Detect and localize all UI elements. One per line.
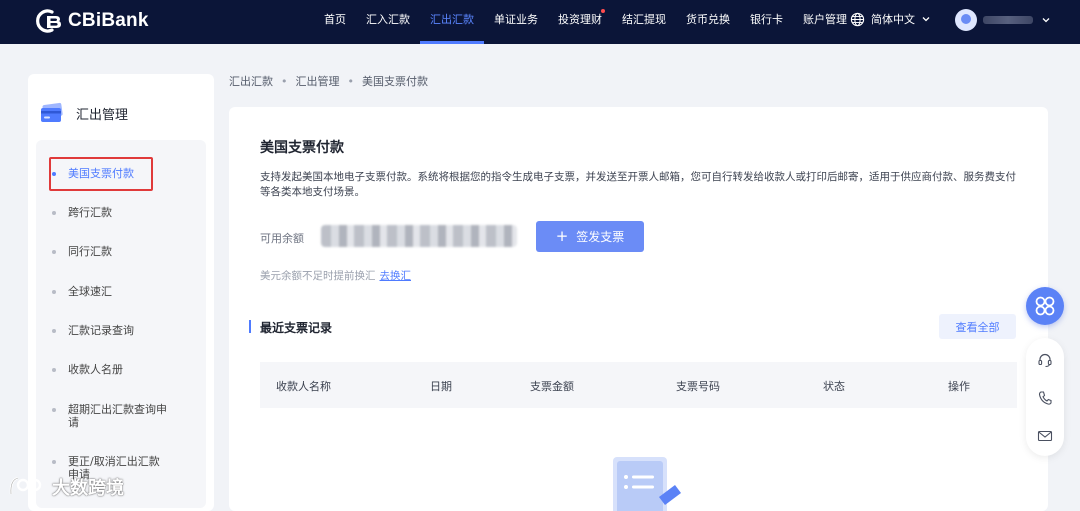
breadcrumb-separator: • <box>281 74 288 88</box>
sidebar-item-label: 美国支票付款 <box>68 167 134 180</box>
apps-icon <box>1035 296 1055 316</box>
top-navbar: CBiBank 首页 汇入汇款 汇出汇款 单证业务 投资理财 结汇提现 货币兑换… <box>0 0 1080 44</box>
mail-icon[interactable] <box>1037 428 1053 444</box>
column-header-status: 状态 <box>823 380 845 393</box>
bullet-icon <box>52 290 56 294</box>
phone-icon[interactable] <box>1037 390 1053 406</box>
nav-item-bank-card[interactable]: 银行卡 <box>740 0 793 44</box>
bullet-icon <box>52 172 56 176</box>
sidebar-item-label: 超期汇出汇款查询申请 <box>68 403 167 429</box>
chevron-down-icon <box>922 17 930 22</box>
issue-check-button[interactable]: + 签发支票 <box>536 221 644 252</box>
bullet-icon <box>52 329 56 333</box>
sidebar-item-remittance-records[interactable]: 汇款记录查询 <box>36 324 206 337</box>
column-header-check-number: 支票号码 <box>676 380 720 393</box>
nav-item-account-management[interactable]: 账户管理 <box>793 0 857 44</box>
breadcrumb-item-current: 美国支票付款 <box>362 75 428 88</box>
bullet-icon <box>52 250 56 254</box>
sidebar-item-overdue-query[interactable]: 超期汇出汇款查询申请 <box>36 403 206 429</box>
sidebar-item-label: 汇款记录查询 <box>68 324 134 337</box>
sidebar-item-label: 同行汇款 <box>68 245 112 258</box>
plus-icon: + <box>555 227 569 245</box>
main-nav: 首页 汇入汇款 汇出汇款 单证业务 投资理财 结汇提现 货币兑换 银行卡 账户管… <box>314 0 857 44</box>
section-accent-bar <box>249 320 251 333</box>
user-menu[interactable] <box>955 9 1051 31</box>
nav-item-currency-exchange[interactable]: 货币兑换 <box>676 0 740 44</box>
watermark: 大数跨境 <box>8 474 124 500</box>
issue-check-label: 签发支票 <box>576 230 625 244</box>
language-label: 简体中文 <box>871 13 915 26</box>
username-redacted <box>983 16 1033 24</box>
sidebar-item-label: 跨行汇款 <box>68 206 112 219</box>
breadcrumb-item[interactable]: 汇出汇款 <box>229 73 273 89</box>
main-card: 美国支票付款 支持发起美国本地电子支票付款。系统将根据您的指令生成电子支票，并发… <box>229 107 1048 511</box>
sidebar-item-intrabank-transfer[interactable]: 同行汇款 <box>36 245 206 258</box>
chevron-down-icon <box>1042 18 1050 23</box>
sidebar-item-label: 全球速汇 <box>68 285 112 298</box>
headset-icon[interactable] <box>1037 352 1053 368</box>
balance-value-redacted <box>321 225 517 247</box>
nav-item-outbound-remittance[interactable]: 汇出汇款 <box>420 0 484 44</box>
column-header-date: 日期 <box>430 380 452 393</box>
nav-item-settlement[interactable]: 结汇提现 <box>612 0 676 44</box>
globe-icon <box>850 12 865 26</box>
bullet-icon <box>52 368 56 372</box>
balance-label: 可用余额 <box>260 232 304 245</box>
sidebar: 汇出管理 美国支票付款 跨行汇款 同行汇款 全球速汇 汇款记录查询 收款人名册 <box>28 74 214 511</box>
nav-item-inbound-remittance[interactable]: 汇入汇款 <box>356 0 420 44</box>
apps-button[interactable] <box>1026 287 1064 325</box>
breadcrumb-item[interactable]: 汇出管理 <box>296 73 340 89</box>
sidebar-header: 汇出管理 <box>40 102 128 124</box>
column-header-actions: 操作 <box>948 380 970 393</box>
sidebar-item-payee-list[interactable]: 收款人名册 <box>36 363 206 376</box>
column-header-payee: 收款人名称 <box>276 380 331 393</box>
nav-item-home[interactable]: 首页 <box>314 0 356 44</box>
nav-item-investment[interactable]: 投资理财 <box>548 0 612 44</box>
card-icon <box>41 102 63 122</box>
contact-toolbar <box>1026 338 1064 456</box>
brand-logo[interactable]: CBiBank <box>34 8 149 34</box>
empty-state-icon <box>613 457 681 511</box>
view-all-button[interactable]: 查看全部 <box>939 314 1016 339</box>
breadcrumb: 汇出汇款 • 汇出管理 • 美国支票付款 <box>229 73 428 89</box>
sidebar-title: 汇出管理 <box>76 107 129 123</box>
page-title: 美国支票付款 <box>260 140 344 156</box>
exchange-hint-text: 美元余额不足时提前换汇 <box>260 270 376 282</box>
bullet-icon <box>52 211 56 215</box>
exchange-hint: 美元余额不足时提前换汇 去换汇 <box>260 268 411 283</box>
sidebar-item-label: 收款人名册 <box>68 363 123 376</box>
bullet-icon <box>52 408 56 412</box>
column-header-amount: 支票金额 <box>530 380 574 393</box>
section-title-recent-checks: 最近支票记录 <box>260 321 333 335</box>
brand-logo-icon <box>34 8 64 34</box>
sidebar-item-interbank-transfer[interactable]: 跨行汇款 <box>36 206 206 219</box>
sidebar-item-global-express[interactable]: 全球速汇 <box>36 285 206 298</box>
nav-item-investment-label: 投资理财 <box>558 13 602 26</box>
exchange-link[interactable]: 去换汇 <box>380 270 412 282</box>
nav-item-documents[interactable]: 单证业务 <box>484 0 548 44</box>
sidebar-menu: 美国支票付款 跨行汇款 同行汇款 全球速汇 汇款记录查询 收款人名册 超期汇出汇… <box>36 140 206 508</box>
bullet-icon <box>52 460 56 464</box>
breadcrumb-separator: • <box>347 74 355 88</box>
avatar <box>955 9 977 31</box>
page-description: 支持发起美国本地电子支票付款。系统将根据您的指令生成电子支票，并发送至开票人邮箱… <box>260 171 1016 198</box>
table-header: 收款人名称 日期 支票金额 支票号码 状态 操作 <box>260 362 1017 408</box>
watermark-logo-icon <box>9 476 42 495</box>
sidebar-item-us-check-payment[interactable]: 美国支票付款 <box>36 167 206 180</box>
watermark-text: 大数跨境 <box>52 478 124 499</box>
brand-name: CBiBank <box>68 10 149 31</box>
language-selector[interactable]: 简体中文 <box>850 11 937 27</box>
notification-dot <box>601 9 605 13</box>
